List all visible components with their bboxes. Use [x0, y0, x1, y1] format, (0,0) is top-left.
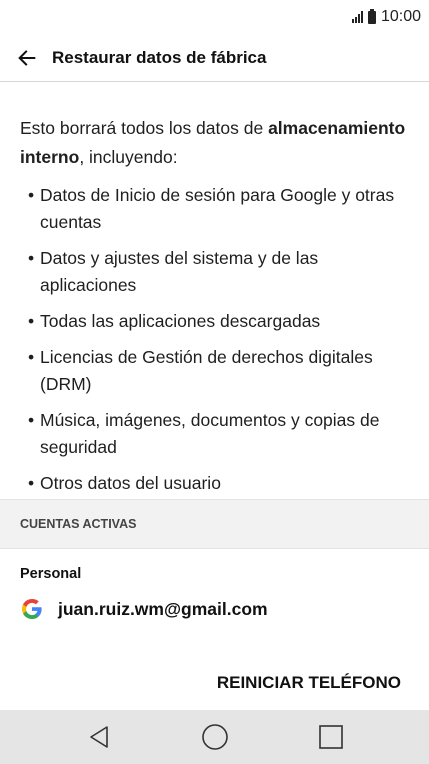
status-time: 10:00: [380, 8, 421, 25]
google-icon: [22, 599, 42, 619]
status-bar: 10:00: [0, 0, 429, 34]
back-arrow-icon[interactable]: [16, 47, 38, 69]
signal-bars-icon: [351, 11, 363, 23]
nav-back-icon[interactable]: [84, 722, 114, 752]
account-group-label: Personal: [20, 566, 82, 582]
app-bar: Restaurar datos de fábrica: [0, 34, 429, 82]
account-email: juan.ruiz.wm@gmail.com: [58, 598, 268, 619]
content: Esto borrará todos los datos de almacena…: [0, 82, 429, 506]
list-item: Otros datos del usuario: [28, 470, 411, 497]
reset-phone-button[interactable]: REINICIAR TELÉFONO: [217, 665, 401, 701]
intro-text: Esto borrará todos los datos de almacena…: [20, 114, 409, 172]
list-item: Datos de Inicio de sesión para Google y …: [28, 182, 411, 236]
list-item: Licencias de Gestión de derechos digital…: [28, 344, 411, 398]
nav-home-icon[interactable]: [200, 722, 230, 752]
list-item: Datos y ajustes del sistema y de las apl…: [28, 245, 411, 299]
battery-icon: [367, 8, 376, 24]
account-row: juan.ruiz.wm@gmail.com: [20, 597, 268, 621]
nav-recents-icon[interactable]: [316, 722, 346, 752]
data-list: Datos de Inicio de sesión para Google y …: [0, 182, 429, 497]
section-header-accounts: CUENTAS ACTIVAS: [0, 499, 429, 549]
intro-text-before: Esto borrará todos los datos de: [20, 118, 269, 138]
page-title: Restaurar datos de fábrica: [52, 47, 267, 67]
list-item: Música, imágenes, documentos y copias de…: [28, 407, 411, 461]
navigation-bar: [0, 710, 429, 764]
intro-text-after: , incluyendo:: [79, 147, 178, 167]
list-item: Todas las aplicaciones descargadas: [28, 308, 411, 335]
